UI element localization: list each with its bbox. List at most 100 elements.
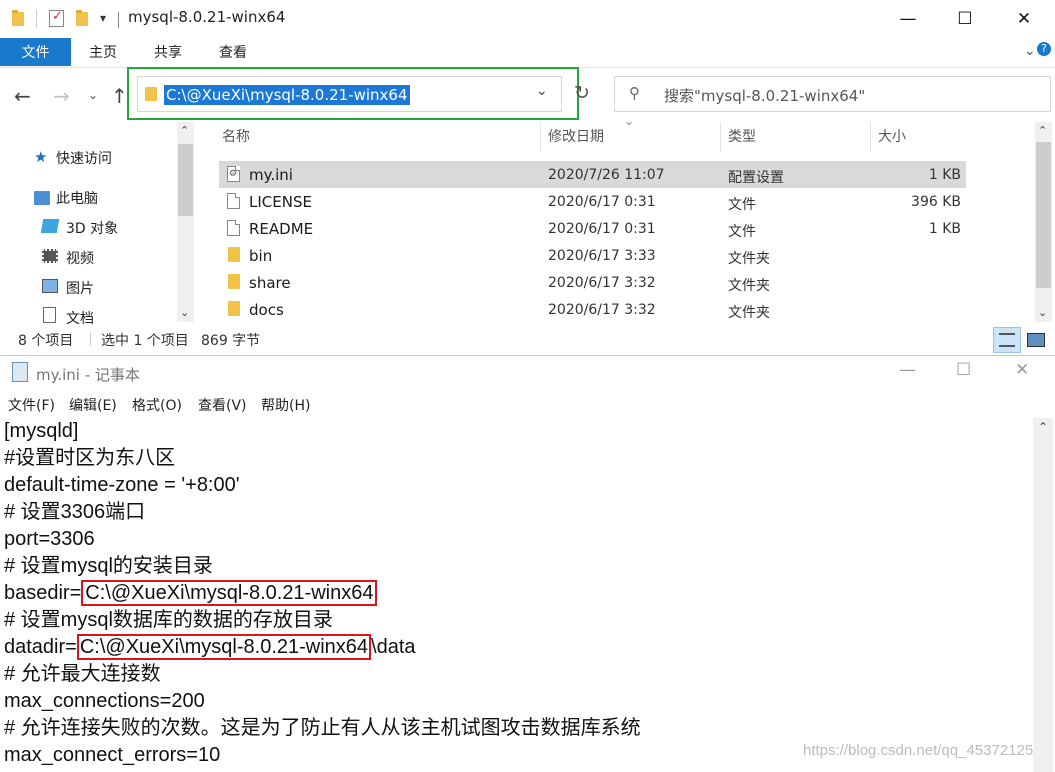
editor-scrollbar[interactable]: ⌃ — [1033, 418, 1053, 772]
large-icons-view-button[interactable] — [1022, 327, 1050, 353]
scroll-down-icon[interactable]: ⌄ — [1038, 306, 1047, 319]
address-text[interactable]: C:\@XueXi\mysql-8.0.21-winx64 — [164, 85, 410, 105]
nav-quick-access[interactable]: 快速访问 — [56, 148, 112, 168]
folder-app-icon — [12, 10, 26, 26]
scroll-up-icon[interactable]: ⌃ — [180, 124, 189, 137]
file-row[interactable]: bin 2020/6/17 3:33 文件夹 — [219, 242, 966, 269]
search-icon: ⚲ — [629, 84, 640, 102]
datadir-value-annotation: C:\@XueXi\mysql-8.0.21-winx64 — [76, 634, 372, 660]
status-selection: 选中 1 个项目 — [101, 333, 189, 349]
watermark: https://blog.csdn.net/qq_45372125 — [803, 742, 1034, 759]
column-divider[interactable] — [540, 122, 541, 152]
title-separator — [118, 12, 119, 28]
folder-icon — [228, 247, 240, 262]
menu-file[interactable]: 文件(F) — [8, 395, 55, 415]
close-button[interactable]: ✕ — [1001, 0, 1047, 38]
menu-format[interactable]: 格式(O) — [132, 395, 182, 415]
file-type: 文件 — [728, 224, 756, 240]
maximize-button[interactable]: ☐ — [942, 0, 988, 38]
column-divider[interactable] — [720, 122, 721, 152]
text-line: #设置时区为东八区 — [4, 447, 176, 469]
quick-access-dropdown-icon[interactable]: ▾ — [100, 11, 106, 25]
details-view-icon — [999, 333, 1015, 347]
tab-home[interactable]: 主页 — [78, 38, 128, 66]
file-row[interactable]: README 2020/6/17 0:31 文件 1 KB — [219, 215, 966, 242]
basedir-key: basedir= — [4, 582, 82, 604]
refresh-icon[interactable]: ↻ — [574, 82, 590, 104]
file-row[interactable]: docs 2020/6/17 3:32 文件夹 — [219, 296, 966, 323]
text-line: default-time-zone = '+8:00' — [4, 474, 240, 496]
text-line: # 设置3306端口 — [4, 501, 146, 523]
menu-help[interactable]: 帮助(H) — [261, 395, 310, 415]
file-name: LICENSE — [249, 193, 312, 211]
properties-icon[interactable]: ✓ — [49, 9, 64, 27]
file-type: 配置设置 — [728, 170, 784, 186]
scroll-up-icon[interactable]: ⌃ — [1038, 124, 1047, 137]
recent-locations-chevron-icon[interactable]: ⌄ — [88, 88, 98, 102]
address-dropdown-icon[interactable]: ⌄ — [536, 83, 548, 99]
notepad-close-button[interactable]: ✕ — [1015, 360, 1029, 380]
window-title: mysql-8.0.21-winx64 — [128, 8, 286, 26]
notepad-title: my.ini - 记事本 — [36, 366, 140, 384]
scroll-up-icon[interactable]: ⌃ — [1038, 420, 1048, 434]
file-type: 文件夹 — [728, 305, 770, 321]
up-arrow-icon[interactable]: ↑ — [111, 84, 128, 108]
status-size: 869 字节 — [201, 333, 261, 349]
nav-3d-objects[interactable]: 3D 对象 — [66, 218, 118, 238]
text-line: [mysqld] — [4, 420, 79, 442]
nav-videos[interactable]: 视频 — [66, 248, 94, 268]
menu-view[interactable]: 查看(V) — [198, 395, 247, 415]
forward-arrow-icon[interactable]: → — [53, 84, 70, 108]
datadir-key: datadir= — [4, 636, 77, 658]
ribbon-tabs: 文件 主页 共享 查看 ⌄ ? — [0, 38, 1055, 68]
details-view-button[interactable] — [993, 327, 1021, 353]
column-divider[interactable] — [870, 122, 871, 152]
menu-edit[interactable]: 编辑(E) — [69, 395, 117, 415]
notepad-minimize-button[interactable]: — — [899, 360, 916, 380]
file-size: 1 KB — [928, 221, 961, 237]
column-type-header[interactable]: 类型 — [728, 126, 756, 146]
column-size-header[interactable]: 大小 — [878, 126, 906, 146]
file-name: share — [249, 274, 291, 292]
scroll-thumb[interactable] — [178, 144, 193, 216]
text-editor[interactable]: [mysqld] #设置时区为东八区 default-time-zone = '… — [0, 418, 1030, 772]
basedir-line: basedir= C:\@XueXi\mysql-8.0.21-winx64 — [4, 580, 378, 607]
minimize-button[interactable]: — — [885, 0, 931, 38]
status-divider — [90, 332, 91, 346]
file-modified: 2020/6/17 0:31 — [548, 194, 656, 210]
search-placeholder: 搜索"mysql-8.0.21-winx64" — [664, 87, 866, 105]
datadir-line: datadir= C:\@XueXi\mysql-8.0.21-winx64 \da… — [4, 634, 416, 661]
status-item-count: 8 个项目 — [18, 333, 74, 349]
folder-icon — [145, 87, 157, 101]
help-icon[interactable]: ? — [1037, 42, 1051, 56]
file-type: 文件夹 — [728, 278, 770, 294]
new-folder-icon[interactable] — [76, 10, 90, 26]
back-arrow-icon[interactable]: ← — [14, 84, 31, 108]
folder-icon — [228, 301, 240, 316]
text-line: max_connect_errors=10 — [4, 744, 221, 766]
star-icon: ★ — [34, 148, 48, 166]
nav-pane-scrollbar[interactable]: ⌃ ⌄ — [177, 122, 194, 322]
tab-share[interactable]: 共享 — [143, 38, 193, 66]
column-modified-header[interactable]: 修改日期 — [548, 126, 604, 146]
tab-file[interactable]: 文件 — [0, 38, 71, 66]
scroll-down-icon[interactable]: ⌄ — [180, 306, 189, 319]
column-name-header[interactable]: 名称 — [222, 126, 250, 146]
computer-icon — [34, 191, 50, 205]
tab-view[interactable]: 查看 — [207, 38, 259, 66]
scroll-thumb[interactable] — [1036, 142, 1051, 288]
video-icon — [42, 249, 58, 263]
file-row[interactable]: ⚙ my.ini 2020/7/26 11:07 配置设置 1 KB — [219, 161, 966, 188]
file-row[interactable]: LICENSE 2020/6/17 0:31 文件 396 KB — [219, 188, 966, 215]
file-icon — [227, 193, 240, 209]
file-modified: 2020/6/17 3:33 — [548, 248, 656, 264]
notepad-maximize-button[interactable]: ☐ — [956, 360, 971, 380]
text-line: # 允许连接失败的次数。这是为了防止有人从该主机试图攻击数据库系统 — [4, 717, 641, 739]
expand-ribbon-icon[interactable]: ⌄ — [1024, 43, 1036, 59]
nav-pictures[interactable]: 图片 — [66, 278, 94, 298]
file-list-scrollbar[interactable]: ⌃ ⌄ — [1035, 122, 1052, 322]
nav-this-pc[interactable]: 此电脑 — [56, 188, 98, 208]
file-row[interactable]: share 2020/6/17 3:32 文件夹 — [219, 269, 966, 296]
basedir-value-annotation: C:\@XueXi\mysql-8.0.21-winx64 — [81, 580, 378, 606]
file-size: 396 KB — [911, 194, 961, 210]
